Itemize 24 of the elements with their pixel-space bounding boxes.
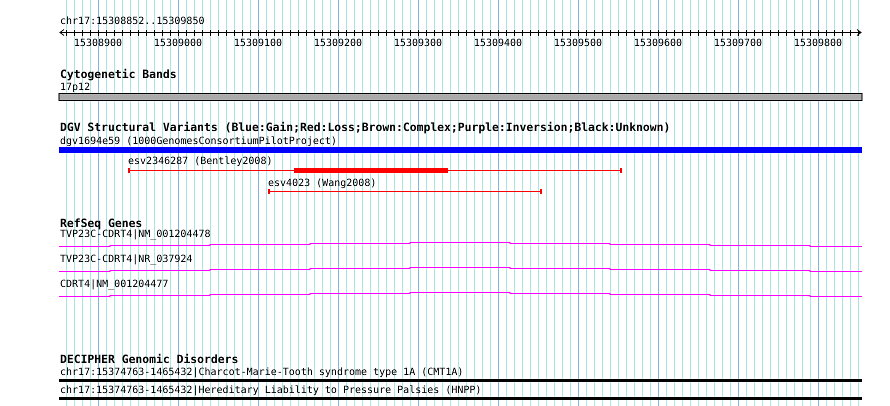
gene-label: TVP23C-CDRT4|NR_037924 [60, 254, 192, 265]
track-title: Cytogenetic Bands [60, 67, 177, 81]
tick-label: 15309400 [474, 38, 522, 49]
tick-label: 15309300 [394, 38, 442, 49]
variant-label: esv2346287 (Bentley2008) [128, 156, 272, 167]
variant-label: dgv1694e59 (1000GenomesConsortiumPilotProject) [60, 136, 337, 147]
track-title: DGV Structural Variants (Blue:Gain;Red:Loss;Brown:Complex;Purple:Inversion;Black:Unknown) [60, 120, 670, 134]
gene-label: CDRT4|NM_001204477 [60, 279, 168, 290]
band-label: 17p12 [60, 82, 90, 93]
track-title: RefSeq Genes [60, 216, 142, 230]
gene-label: TVP23C-CDRT4|NM_001204478 [60, 229, 211, 240]
variant-label: esv4023 (Wang2008) [268, 178, 376, 189]
tick-label: 15309100 [234, 38, 282, 49]
tick-label: 15309600 [634, 38, 682, 49]
ruler-label: chr17:15308852..15309850 [60, 16, 204, 27]
tick-label: 15309700 [714, 38, 762, 49]
disorder-label: chr17:15374763-1465432|Charcot-Marie-Tooth syndrome type 1A (CMT1A) [60, 367, 464, 378]
tick-label: 15308900 [74, 38, 122, 49]
tick-label: 15309200 [314, 38, 362, 49]
disorder-label: chr17:15374763-1465432|Hereditary Liability to Pressure Palsies (HNPP) [60, 385, 482, 396]
tick-label: 15309800 [794, 38, 842, 49]
tick-label: 15309000 [154, 38, 202, 49]
tick-label: 15309500 [554, 38, 602, 49]
track-title: DECIPHER Genomic Disorders [60, 352, 238, 366]
